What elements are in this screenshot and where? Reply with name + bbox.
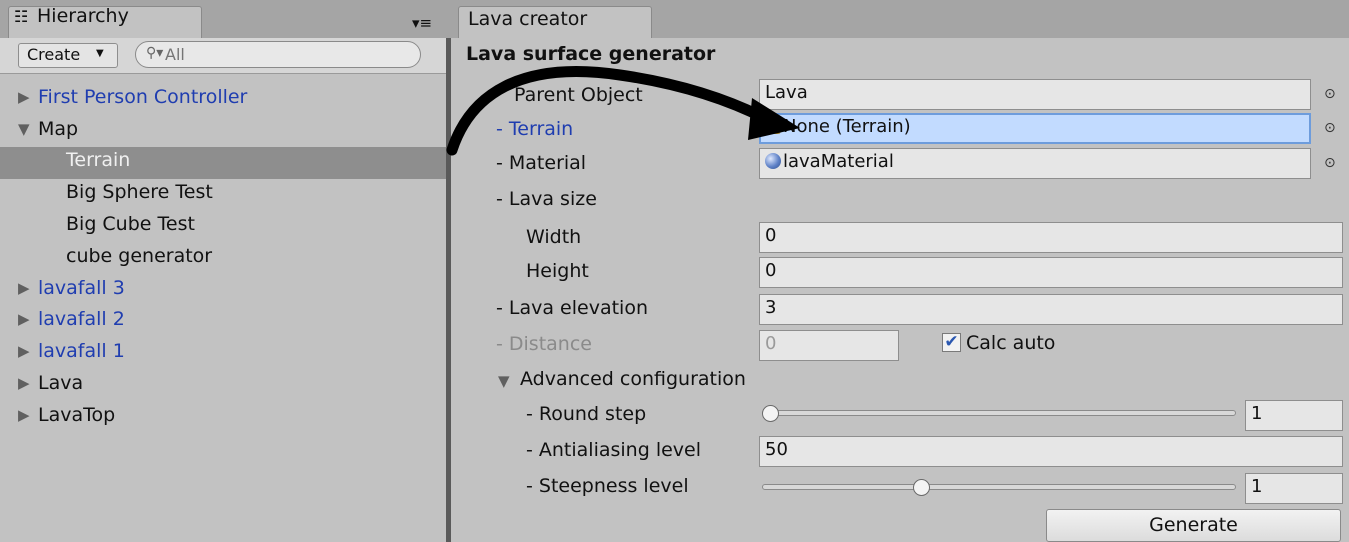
annotation-arrow xyxy=(446,66,800,156)
